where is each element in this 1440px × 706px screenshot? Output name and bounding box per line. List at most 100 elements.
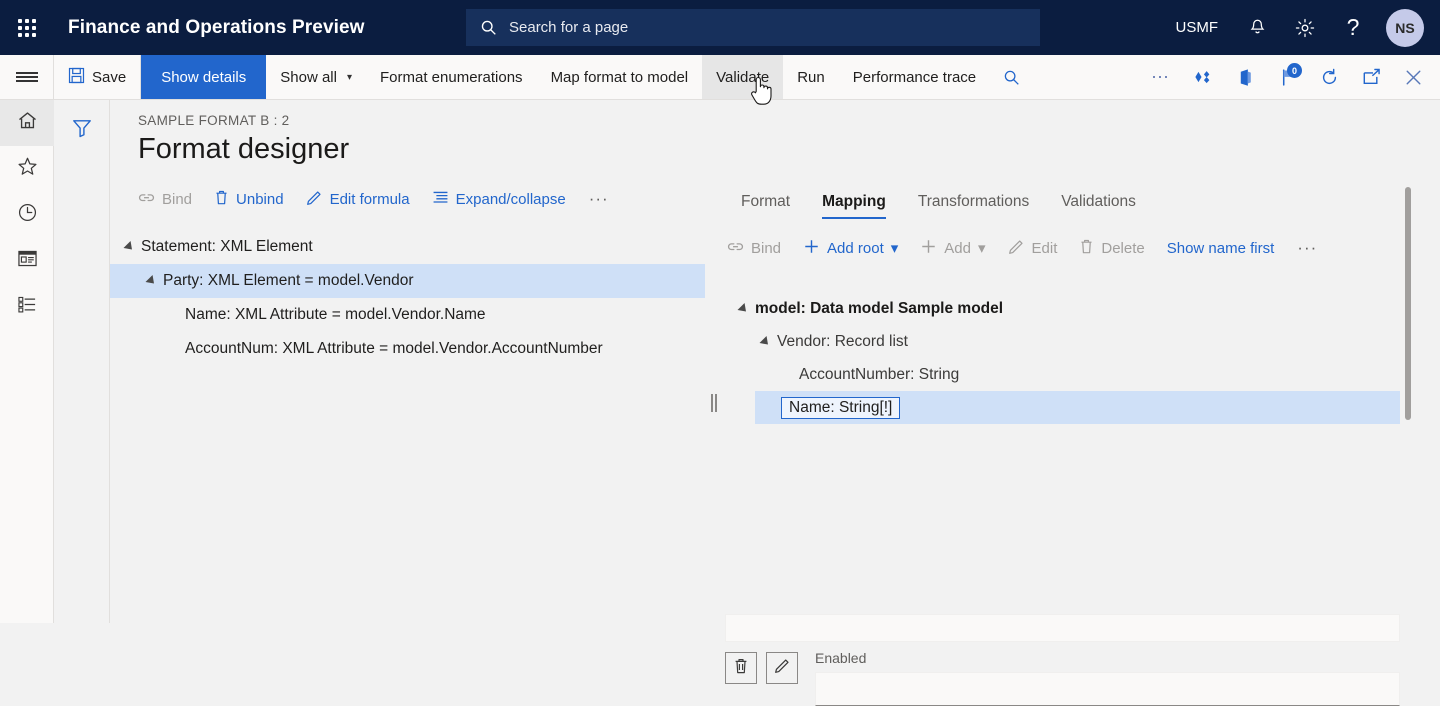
question-mark-icon[interactable]: ? bbox=[1332, 7, 1374, 49]
format-tree-node[interactable]: Name: XML Attribute = model.Vendor.Name bbox=[110, 298, 705, 332]
mapping-delete-button[interactable]: Delete bbox=[1068, 234, 1155, 262]
format-tree-node-label: Party: XML Element = model.Vendor bbox=[163, 272, 414, 290]
format-tree-node[interactable]: Statement: XML Element bbox=[110, 230, 705, 264]
company-selector[interactable]: USMF bbox=[1164, 19, 1231, 36]
format-edit-formula-button[interactable]: Edit formula bbox=[295, 185, 421, 213]
format-unbind-button[interactable]: Unbind bbox=[203, 185, 295, 213]
mapping-toolbar-overflow-icon[interactable]: ··· bbox=[1285, 238, 1329, 258]
tab-transformations[interactable]: Transformations bbox=[902, 193, 1045, 220]
rail-item-home[interactable] bbox=[0, 100, 54, 146]
filter-funnel-icon[interactable] bbox=[62, 110, 102, 146]
show-all-button[interactable]: Show all ▾ bbox=[266, 55, 366, 99]
format-tree-node[interactable]: AccountNum: XML Attribute = model.Vendor… bbox=[110, 332, 705, 366]
mapping-bottom-actions bbox=[725, 652, 798, 684]
top-navigation-bar: Finance and Operations Preview Search fo… bbox=[0, 0, 1440, 55]
tab-format[interactable]: Format bbox=[725, 193, 806, 220]
mapping-show-name-first-button[interactable]: Show name first bbox=[1156, 234, 1286, 262]
rail-item-workspaces[interactable] bbox=[0, 238, 54, 284]
clock-icon bbox=[17, 202, 38, 228]
format-tree-pane: Bind Unbind Edit formula Expand/collapse bbox=[110, 182, 705, 623]
format-toolbar-overflow-icon[interactable]: ··· bbox=[577, 189, 621, 209]
plus-icon bbox=[920, 238, 937, 259]
format-expand-collapse-button[interactable]: Expand/collapse bbox=[421, 185, 577, 213]
trash-icon bbox=[1079, 238, 1094, 259]
mapping-delete-row-button[interactable] bbox=[725, 652, 757, 684]
mapping-tree-node-label[interactable]: Name: String[!] bbox=[781, 397, 900, 419]
hamburger-menu-icon[interactable] bbox=[0, 55, 54, 99]
mapping-tree-node[interactable]: AccountNumber: String bbox=[715, 358, 1415, 391]
format-tree-node-label: AccountNum: XML Attribute = model.Vendor… bbox=[185, 340, 603, 358]
avatar[interactable]: NS bbox=[1386, 9, 1424, 47]
validate-label: Validate bbox=[716, 69, 769, 86]
tab-validations[interactable]: Validations bbox=[1045, 193, 1152, 220]
mapping-add-root-label: Add root bbox=[827, 240, 884, 257]
open-in-new-window-icon[interactable] bbox=[1350, 55, 1392, 99]
format-unbind-label: Unbind bbox=[236, 191, 284, 208]
plus-icon bbox=[803, 238, 820, 259]
tab-mapping[interactable]: Mapping bbox=[806, 193, 902, 220]
chevron-down-icon[interactable]: ▾ bbox=[978, 239, 986, 257]
home-icon bbox=[17, 110, 38, 136]
mapping-value-field[interactable] bbox=[725, 614, 1400, 642]
rail-item-modules[interactable] bbox=[0, 284, 54, 330]
mapping-tree-node-label: Vendor: Record list bbox=[777, 333, 908, 351]
map-format-to-model-button[interactable]: Map format to model bbox=[537, 55, 703, 99]
format-enumerations-button[interactable]: Format enumerations bbox=[366, 55, 537, 99]
format-tree-toolbar: Bind Unbind Edit formula Expand/collapse bbox=[110, 182, 705, 216]
pencil-icon bbox=[306, 189, 323, 210]
performance-trace-button[interactable]: Performance trace bbox=[839, 55, 990, 99]
app-launcher-icon[interactable] bbox=[0, 0, 54, 55]
pencil-icon bbox=[1008, 238, 1025, 259]
chevron-down-icon[interactable]: ▾ bbox=[891, 239, 899, 257]
mapping-add-label: Add bbox=[944, 240, 971, 257]
close-icon[interactable] bbox=[1392, 55, 1434, 99]
mapping-tree-node[interactable]: model: Data model Sample model bbox=[715, 292, 1415, 325]
format-tree-node[interactable]: Party: XML Element = model.Vendor bbox=[110, 264, 705, 298]
save-button[interactable]: Save bbox=[54, 55, 141, 99]
notification-flag-icon[interactable]: 0 bbox=[1266, 55, 1308, 99]
filter-search-icon[interactable] bbox=[990, 55, 1032, 99]
mapping-edit-button[interactable]: Edit bbox=[997, 234, 1069, 262]
ellipsis-icon[interactable]: ⋯ bbox=[1140, 55, 1182, 99]
enabled-field-group: Enabled bbox=[815, 650, 1400, 706]
search-icon bbox=[480, 19, 497, 36]
gear-icon[interactable] bbox=[1284, 7, 1326, 49]
mapping-bind-label: Bind bbox=[751, 240, 781, 257]
command-bar: Save Show details Show all ▾ Format enum… bbox=[0, 55, 1440, 100]
bell-icon[interactable] bbox=[1236, 7, 1278, 49]
rail-item-favorites[interactable] bbox=[0, 146, 54, 192]
page-caption: SAMPLE FORMAT B : 2 bbox=[138, 113, 289, 128]
show-details-button[interactable]: Show details bbox=[141, 55, 266, 99]
performance-trace-label: Performance trace bbox=[853, 69, 976, 86]
rail-item-recent[interactable] bbox=[0, 192, 54, 238]
refresh-icon[interactable] bbox=[1308, 55, 1350, 99]
mapping-edit-row-button[interactable] bbox=[766, 652, 798, 684]
workspace-icon bbox=[17, 249, 38, 273]
chevron-expanded-icon[interactable] bbox=[755, 337, 777, 347]
validate-button[interactable]: Validate bbox=[702, 55, 783, 99]
office-open-in-icon[interactable] bbox=[1224, 55, 1266, 99]
app-title: Finance and Operations Preview bbox=[68, 17, 365, 39]
show-details-label: Show details bbox=[161, 69, 246, 86]
mapping-bind-button[interactable]: Bind bbox=[727, 234, 792, 262]
mapping-tree-node[interactable]: Vendor: Record list bbox=[715, 325, 1415, 358]
mapping-add-button[interactable]: Add ▾ bbox=[909, 234, 996, 262]
chevron-expanded-icon[interactable] bbox=[119, 242, 141, 252]
show-all-label: Show all bbox=[280, 69, 337, 86]
modules-list-icon bbox=[17, 295, 38, 319]
mapping-tree-node[interactable]: Name: String[!] bbox=[715, 391, 1415, 424]
mapping-pane: Format Mapping Transformations Validatio… bbox=[715, 182, 1440, 623]
format-bind-button[interactable]: Bind bbox=[138, 185, 203, 213]
enabled-input[interactable] bbox=[815, 672, 1400, 706]
pencil-icon bbox=[774, 657, 791, 679]
run-button[interactable]: Run bbox=[783, 55, 839, 99]
diamonds-icon[interactable] bbox=[1182, 55, 1224, 99]
chevron-expanded-icon[interactable] bbox=[141, 276, 163, 286]
chevron-expanded-icon[interactable] bbox=[733, 304, 755, 314]
search-input[interactable]: Search for a page bbox=[466, 9, 1040, 46]
format-tree-node-label: Name: XML Attribute = model.Vendor.Name bbox=[185, 306, 486, 324]
trash-icon bbox=[214, 189, 229, 210]
mapping-tabs: Format Mapping Transformations Validatio… bbox=[715, 182, 1440, 220]
scrollbar-thumb[interactable] bbox=[1405, 187, 1411, 420]
mapping-add-root-button[interactable]: Add root ▾ bbox=[792, 234, 909, 262]
